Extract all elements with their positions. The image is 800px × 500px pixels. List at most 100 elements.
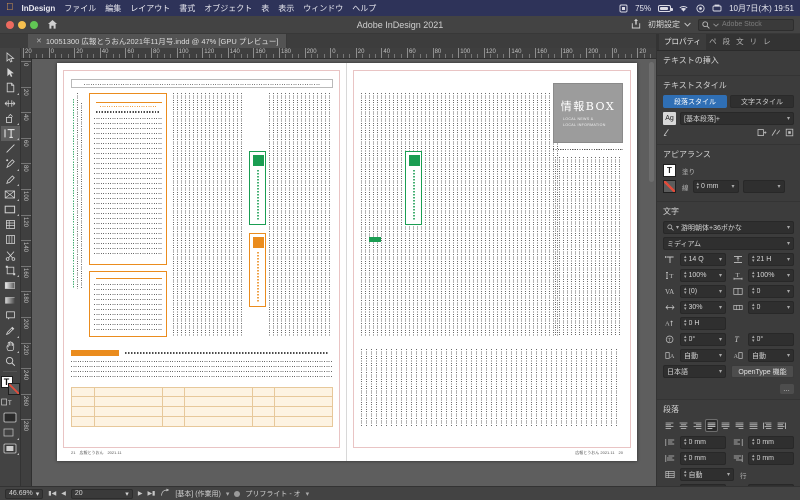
text-columns-mid-left[interactable] (173, 93, 245, 337)
menu-type[interactable]: 書式 (179, 3, 195, 14)
skew-field[interactable]: ▴ ▾ 0° ▾ (680, 333, 726, 346)
sports-schedule-table[interactable] (71, 387, 333, 427)
right-indent-stepper[interactable]: ▴ ▾ (752, 438, 755, 447)
justify-all-button[interactable] (747, 419, 760, 432)
last-line-indent-field[interactable]: ▴ ▾ 0 mm (748, 452, 794, 465)
hand-tool[interactable] (1, 339, 20, 354)
tracking-right-field[interactable]: ▴ ▾ 0 ▾ (748, 301, 794, 314)
document-tab[interactable]: ✕ 10051300 広報とうおん2021年11月号.indd @ 47% [G… (28, 34, 288, 48)
first-page-icon[interactable]: ▮◀ (48, 490, 56, 497)
rotation-field[interactable]: ▴ ▾ 0° (748, 333, 794, 346)
font-family-dropdown[interactable]: ▾ 游明朝体+36ポかな ▾ (663, 221, 794, 234)
zoom-window-button[interactable] (30, 20, 38, 29)
last-line-indent-stepper[interactable]: ▴ ▾ (752, 454, 755, 463)
leading-stepper[interactable]: ▴ ▾ (752, 255, 755, 264)
stroke-swatch[interactable] (7, 382, 20, 395)
tab-links[interactable]: リ (747, 34, 761, 50)
horizontal-scale-stepper[interactable]: ▴ ▾ (752, 271, 755, 280)
section-tag-kouza[interactable] (405, 151, 422, 225)
align-left-button[interactable] (663, 419, 676, 432)
notice-frame[interactable] (71, 79, 333, 88)
left-indent-stepper[interactable]: ▴ ▾ (684, 438, 687, 447)
vertical-scale-field[interactable]: ▴ ▾ 100% ▾ (680, 269, 726, 282)
prev-page-icon[interactable]: ◀ (61, 490, 66, 497)
free-transform-tool[interactable] (1, 263, 20, 278)
kerning-field[interactable]: ▴ ▾ (0) ▾ (680, 285, 726, 298)
menu-help[interactable]: ヘルプ (352, 3, 376, 14)
vertical-scale-stepper[interactable]: ▴ ▾ (684, 271, 687, 280)
battery-icon[interactable] (658, 4, 673, 12)
vertical-headline-left[interactable] (71, 93, 85, 293)
page-right[interactable]: 情報BOX LOCAL NEWS & LOCAL INFORMATION 広報と… (347, 63, 637, 461)
section-tag-shien[interactable] (249, 151, 266, 225)
gradient-swatch-tool[interactable] (1, 278, 20, 293)
baseline-shift-stepper[interactable]: ▴ ▾ (684, 319, 687, 328)
next-page-icon[interactable]: ▶ (138, 490, 143, 497)
pen-tool[interactable] (1, 156, 20, 171)
align-right-button[interactable] (691, 419, 704, 432)
note-tool[interactable] (1, 308, 20, 323)
character-style-tab[interactable]: 文字スタイル (730, 95, 794, 108)
fill-color-swatch[interactable]: T (663, 164, 676, 177)
home-icon[interactable] (46, 19, 58, 31)
skew-stepper[interactable]: ▴ ▾ (684, 335, 687, 344)
stroke-type-dropdown[interactable]: ▾ (742, 180, 785, 193)
page-number-field[interactable]: 20 ▾ (70, 488, 133, 499)
language-dropdown[interactable]: 日本語 ▾ (663, 365, 726, 378)
kerning-stepper[interactable]: ▴ ▾ (684, 287, 687, 296)
font-size-field[interactable]: ▴ ▾ 14 Q ▾ (680, 253, 726, 266)
eyedropper-tool[interactable] (1, 323, 20, 338)
rectangle-tool[interactable] (1, 202, 20, 217)
scissors-tool[interactable] (1, 247, 20, 262)
horizontal-ruler[interactable]: 20 0 20 40 60 80 100 120 140 160 180 200 0 20 40 60 80 10… (21, 48, 656, 59)
column-tool[interactable] (1, 232, 20, 247)
menu-file[interactable]: ファイル (64, 3, 96, 14)
tab-paragraph-styles[interactable]: 段 (720, 34, 734, 50)
chevron-down-icon[interactable]: ▾ (226, 490, 230, 498)
text-columns-right-left-page[interactable] (269, 93, 333, 337)
tategumi-left-dropdown[interactable]: 自動 ▾ (680, 349, 726, 362)
control-center-icon[interactable] (696, 3, 705, 13)
scrollbar-thumb[interactable] (649, 62, 654, 182)
paragraph-style-tab[interactable]: 段落スタイル (663, 95, 727, 108)
preview-mode-button[interactable] (1, 425, 20, 440)
tab-layers[interactable]: レ (760, 34, 774, 50)
wifi-icon[interactable] (678, 4, 689, 13)
rotation-stepper[interactable]: ▴ ▾ (752, 335, 755, 344)
justify-last-right-button[interactable] (733, 419, 746, 432)
menu-object[interactable]: オブジェクト (204, 3, 252, 14)
screen-mode-button[interactable] (1, 441, 20, 456)
align-center-button[interactable] (677, 419, 690, 432)
horizontal-scale-field[interactable]: ▴ ▾ 100% ▾ (748, 269, 794, 282)
vertical-scrollbar[interactable] (649, 62, 654, 484)
workspace-switcher[interactable]: 初期設定 (648, 19, 691, 30)
stroke-weight-field[interactable]: ▴ ▾ 0 mm ▾ (692, 180, 739, 193)
more-options-button[interactable]: … (780, 384, 794, 394)
sports-article-body[interactable] (71, 361, 333, 383)
right-indent-field[interactable]: ▴ ▾ 0 mm (748, 436, 794, 449)
page-tool[interactable] (1, 80, 20, 95)
menu-view[interactable]: 表示 (278, 3, 294, 14)
leading-field[interactable]: ▴ ▾ 21 H ▾ (748, 253, 794, 266)
font-style-dropdown[interactable]: ミディアム ▾ (663, 237, 794, 250)
justify-last-center-button[interactable] (719, 419, 732, 432)
menu-app-name[interactable]: InDesign (22, 4, 56, 13)
tab-pages[interactable]: ペ (706, 34, 720, 50)
chevron-down-icon[interactable]: ▾ (306, 490, 310, 498)
siri-icon[interactable] (712, 4, 722, 13)
baseline-shift-field[interactable]: ▴ ▾ 0 H (680, 317, 726, 330)
clear-overrides-icon[interactable] (663, 128, 672, 139)
right-page-lower-columns[interactable] (361, 349, 623, 427)
last-page-icon[interactable]: ▶▮ (147, 490, 155, 497)
new-style-icon[interactable] (757, 128, 767, 139)
paragraph-style-dropdown[interactable]: [基本段落]+ ▾ (680, 112, 794, 125)
article-dental-checkup[interactable] (89, 93, 167, 265)
section-tag-kenkou[interactable] (369, 237, 383, 247)
font-size-stepper[interactable]: ▴ ▾ (684, 255, 687, 264)
stroke-weight-stepper[interactable]: ▴ ▾ (697, 182, 700, 191)
tracking-right-stepper[interactable]: ▴ ▾ (752, 303, 755, 312)
stroke-color-swatch[interactable] (663, 180, 676, 193)
tategumi-right-dropdown[interactable]: 自動 ▾ (748, 349, 794, 362)
infobox-masthead[interactable]: 情報BOX LOCAL NEWS & LOCAL INFORMATION (553, 83, 623, 143)
zoom-tool[interactable] (1, 354, 20, 369)
